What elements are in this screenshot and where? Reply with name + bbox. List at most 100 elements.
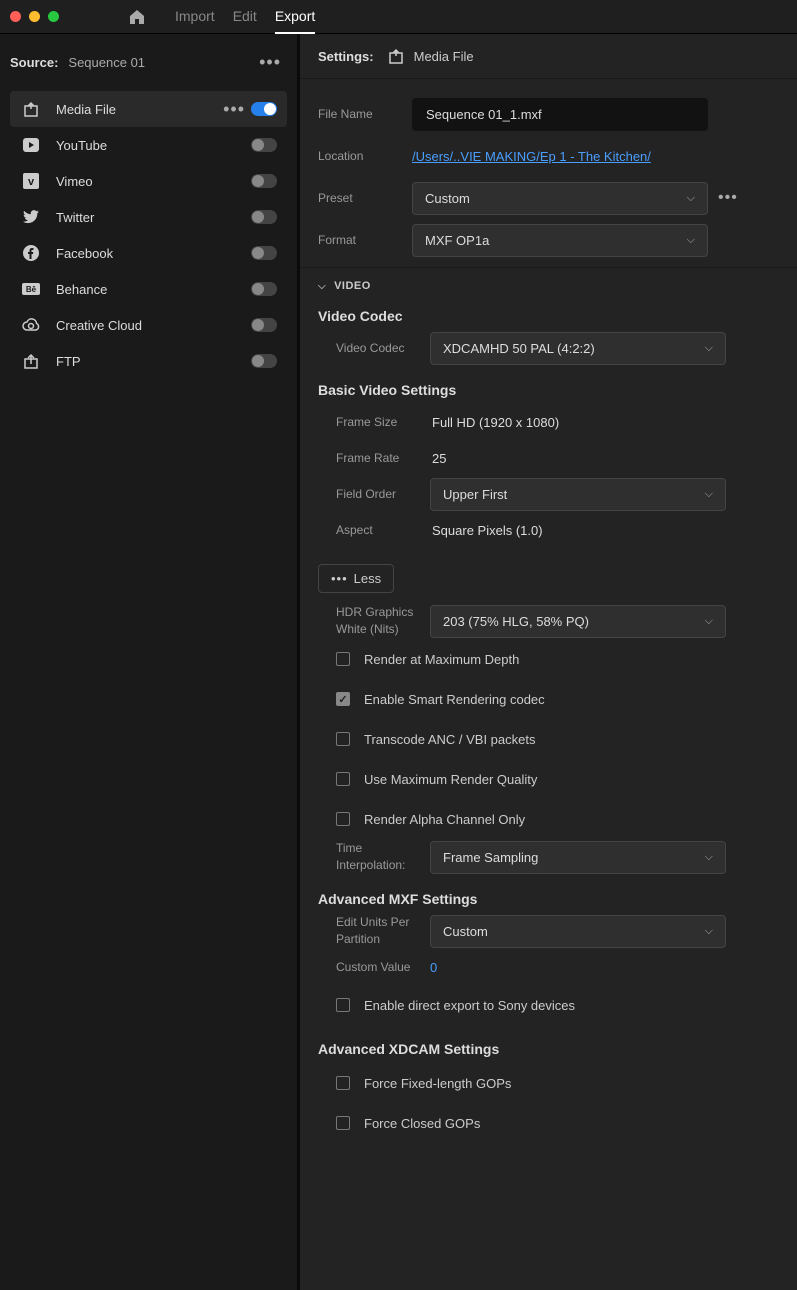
hdr-label: HDR Graphics White (Nits) (336, 604, 430, 638)
svg-text:v: v (28, 176, 35, 188)
sidebar: Source: Sequence 01 ••• Media File•••You… (0, 34, 300, 1290)
preset-select[interactable]: Custom ⌵ (412, 182, 708, 215)
video-codec-value: XDCAMHD 50 PAL (4:2:2) (443, 341, 595, 356)
destination-youtube[interactable]: YouTube (10, 127, 287, 163)
destination-twitter[interactable]: Twitter (10, 199, 287, 235)
settings-header: Settings: Media File (300, 34, 797, 79)
destination-label: Facebook (56, 246, 251, 261)
frame-rate-value: 25 (430, 451, 446, 466)
fixed-gops-checkbox[interactable] (336, 1076, 350, 1090)
max-quality-checkbox[interactable] (336, 772, 350, 786)
time-interp-select[interactable]: Frame Sampling ⌵ (430, 841, 726, 874)
alpha-only-label: Render Alpha Channel Only (364, 812, 525, 827)
xdcam-title: Advanced XDCAM Settings (300, 1031, 797, 1063)
hdr-select[interactable]: 203 (75% HLG, 58% PQ) ⌵ (430, 605, 726, 638)
destination-ftp[interactable]: FTP (10, 343, 287, 379)
main-tabs: Import Edit Export (175, 0, 315, 34)
tab-edit[interactable]: Edit (233, 0, 257, 34)
preset-value: Custom (425, 191, 470, 206)
aspect-value: Square Pixels (1.0) (430, 523, 543, 538)
frame-rate-label: Frame Rate (336, 451, 430, 465)
destination-toggle[interactable] (251, 282, 277, 296)
destination-toggle[interactable] (251, 354, 277, 368)
edit-units-label: Edit Units Per Partition (336, 914, 430, 948)
minimize-window[interactable] (29, 11, 40, 22)
chevron-down-icon: ⌵ (318, 281, 326, 292)
destination-label: FTP (56, 354, 251, 369)
custom-value-label: Custom Value (336, 960, 430, 974)
source-label: Source: (10, 55, 58, 70)
top-bar: Import Edit Export (0, 0, 797, 34)
preset-label: Preset (318, 191, 412, 205)
closed-gops-checkbox[interactable] (336, 1116, 350, 1130)
chevron-down-icon: ⌵ (705, 925, 713, 938)
destination-facebook[interactable]: Facebook (10, 235, 287, 271)
destination-toggle[interactable] (251, 246, 277, 260)
destination-cloud[interactable]: Creative Cloud (10, 307, 287, 343)
less-label: Less (354, 571, 381, 586)
smart-render-label: Enable Smart Rendering codec (364, 692, 545, 707)
vimeo-icon: v (20, 173, 42, 189)
source-value[interactable]: Sequence 01 (68, 55, 253, 70)
render-max-depth-checkbox[interactable] (336, 652, 350, 666)
source-row: Source: Sequence 01 ••• (10, 48, 287, 91)
chevron-down-icon: ⌵ (705, 615, 713, 628)
transcode-anc-label: Transcode ANC / VBI packets (364, 732, 535, 747)
destination-toggle[interactable] (251, 174, 277, 188)
custom-value-input[interactable]: 0 (430, 960, 437, 975)
chevron-down-icon: ⌵ (687, 234, 695, 247)
location-label: Location (318, 149, 412, 163)
destination-label: Media File (56, 102, 217, 117)
destination-label: YouTube (56, 138, 251, 153)
field-order-label: Field Order (336, 487, 430, 501)
field-order-select[interactable]: Upper First ⌵ (430, 478, 726, 511)
destination-more-icon[interactable]: ••• (217, 99, 251, 120)
destination-behance[interactable]: Bē Behance (10, 271, 287, 307)
transcode-anc-checkbox[interactable] (336, 732, 350, 746)
destination-mediafile[interactable]: Media File••• (10, 91, 287, 127)
destination-toggle[interactable] (251, 102, 277, 116)
render-max-depth-label: Render at Maximum Depth (364, 652, 519, 667)
close-window[interactable] (10, 11, 21, 22)
smart-render-checkbox[interactable] (336, 692, 350, 706)
aspect-label: Aspect (336, 523, 430, 537)
video-section-header[interactable]: ⌵ VIDEO (300, 268, 797, 298)
edit-units-select[interactable]: Custom ⌵ (430, 915, 726, 948)
mxf-title: Advanced MXF Settings (300, 881, 797, 913)
maximize-window[interactable] (48, 11, 59, 22)
destination-toggle[interactable] (251, 210, 277, 224)
home-icon[interactable] (129, 9, 145, 25)
video-codec-label: Video Codec (336, 341, 430, 355)
format-select[interactable]: MXF OP1a ⌵ (412, 224, 708, 257)
destination-label: Creative Cloud (56, 318, 251, 333)
file-name-input[interactable] (412, 98, 708, 131)
mediafile-icon (388, 48, 404, 64)
sony-export-checkbox[interactable] (336, 998, 350, 1012)
destination-vimeo[interactable]: vVimeo (10, 163, 287, 199)
tab-export[interactable]: Export (275, 0, 315, 34)
destination-label: Behance (56, 282, 251, 297)
chevron-down-icon: ⌵ (705, 851, 713, 864)
cloud-icon (20, 318, 42, 332)
destination-toggle[interactable] (251, 138, 277, 152)
file-panel: File Name Location /Users/..VIE MAKING/E… (300, 79, 797, 268)
window-controls (10, 11, 59, 22)
source-more-icon[interactable]: ••• (253, 52, 287, 73)
frame-size-label: Frame Size (336, 415, 430, 429)
chevron-down-icon: ⌵ (687, 192, 695, 205)
settings-label: Settings: (318, 49, 374, 64)
less-button[interactable]: ••• Less (318, 564, 394, 593)
chevron-down-icon: ⌵ (705, 488, 713, 501)
destination-toggle[interactable] (251, 318, 277, 332)
tab-import[interactable]: Import (175, 0, 215, 34)
svg-text:Bē: Bē (26, 285, 37, 294)
facebook-icon (20, 245, 42, 261)
dots-icon: ••• (331, 571, 348, 586)
preset-more-icon[interactable]: ••• (718, 189, 738, 207)
alpha-only-checkbox[interactable] (336, 812, 350, 826)
edit-units-value: Custom (443, 924, 488, 939)
time-interp-label: Time Interpolation: (336, 840, 430, 874)
location-link[interactable]: /Users/..VIE MAKING/Ep 1 - The Kitchen/ (412, 149, 651, 164)
video-codec-select[interactable]: XDCAMHD 50 PAL (4:2:2) ⌵ (430, 332, 726, 365)
format-label: Format (318, 233, 412, 247)
